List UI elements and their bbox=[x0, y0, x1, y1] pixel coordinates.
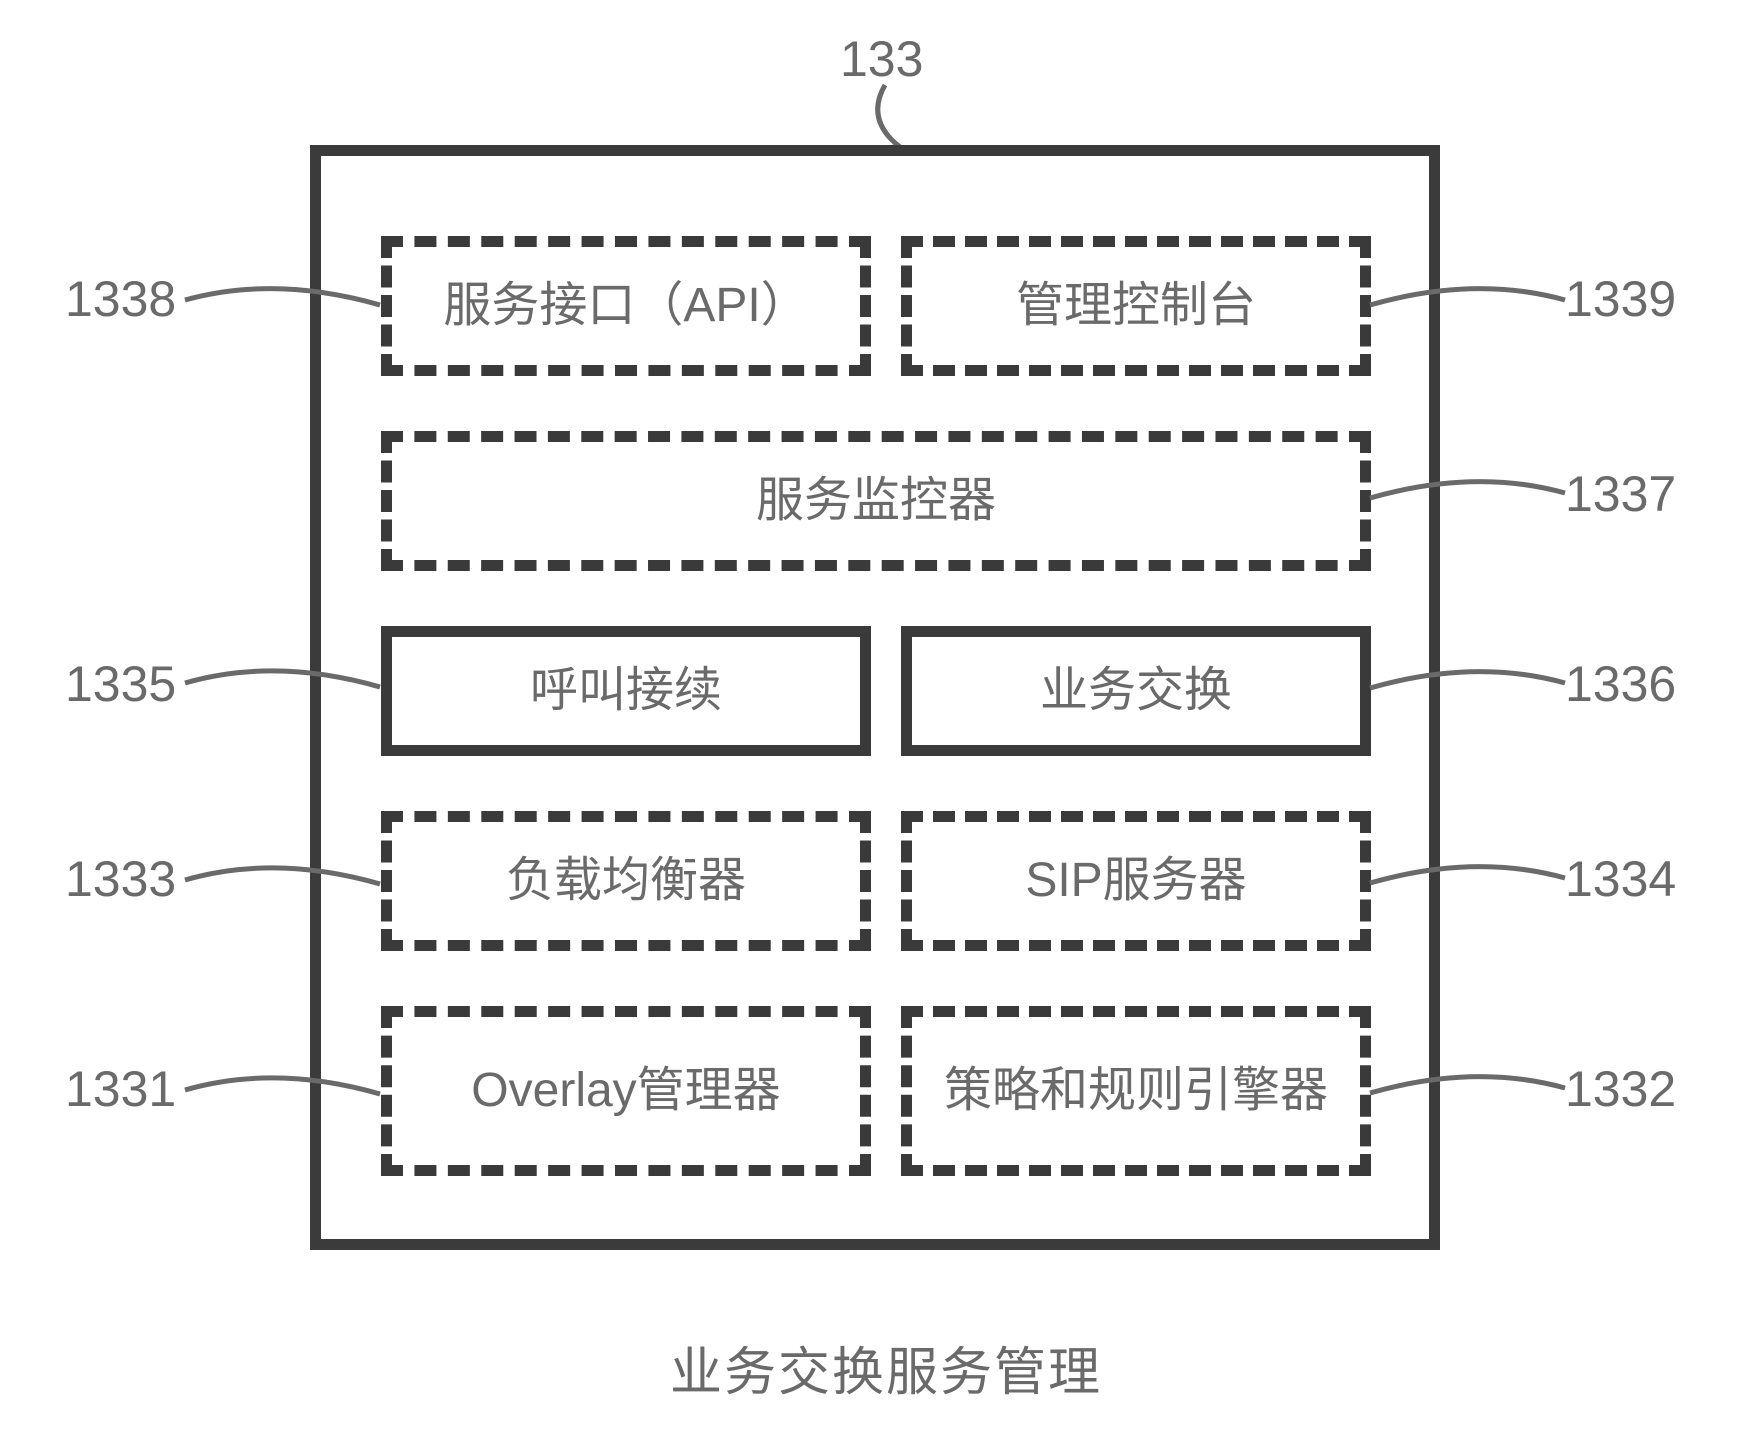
ref-1339: 1339 bbox=[1565, 270, 1676, 328]
box-monitor: 服务监控器 bbox=[381, 431, 1371, 571]
ref-1333: 1333 bbox=[65, 850, 176, 908]
ref-1332: 1332 bbox=[1565, 1060, 1676, 1118]
box-lb: 负载均衡器 bbox=[381, 811, 871, 951]
leader-1334 bbox=[1370, 863, 1570, 903]
box-sip: SIP服务器 bbox=[901, 811, 1371, 951]
ref-1334: 1334 bbox=[1565, 850, 1676, 908]
ref-1331: 1331 bbox=[65, 1060, 176, 1118]
ref-1335: 1335 bbox=[65, 655, 176, 713]
leader-1333 bbox=[185, 862, 385, 902]
box-api: 服务接口（API） bbox=[381, 236, 871, 376]
leader-1337 bbox=[1370, 478, 1570, 518]
leader-1335 bbox=[185, 665, 385, 705]
box-switch: 业务交换 bbox=[901, 626, 1371, 756]
box-policy: 策略和规则引擎器 bbox=[901, 1006, 1371, 1176]
ref-1337: 1337 bbox=[1565, 465, 1676, 523]
leader-1339 bbox=[1370, 285, 1570, 325]
caption: 业务交换服务管理 bbox=[670, 1330, 1102, 1405]
box-overlay: Overlay管理器 bbox=[381, 1006, 871, 1176]
box-console: 管理控制台 bbox=[901, 236, 1371, 376]
leader-1331 bbox=[185, 1072, 385, 1112]
ref-1336: 1336 bbox=[1565, 655, 1676, 713]
ref-133: 133 bbox=[840, 30, 923, 88]
diagram-stage: 133 服务接口（API） 管理控制台 服务监控器 呼叫接续 业务交换 负载均衡… bbox=[0, 0, 1752, 1436]
main-container: 服务接口（API） 管理控制台 服务监控器 呼叫接续 业务交换 负载均衡器 SI… bbox=[310, 145, 1440, 1250]
leader-1338 bbox=[185, 285, 385, 325]
leader-1332 bbox=[1370, 1073, 1570, 1113]
box-call: 呼叫接续 bbox=[381, 626, 871, 756]
leader-1336 bbox=[1370, 668, 1570, 708]
ref-1338: 1338 bbox=[65, 270, 176, 328]
